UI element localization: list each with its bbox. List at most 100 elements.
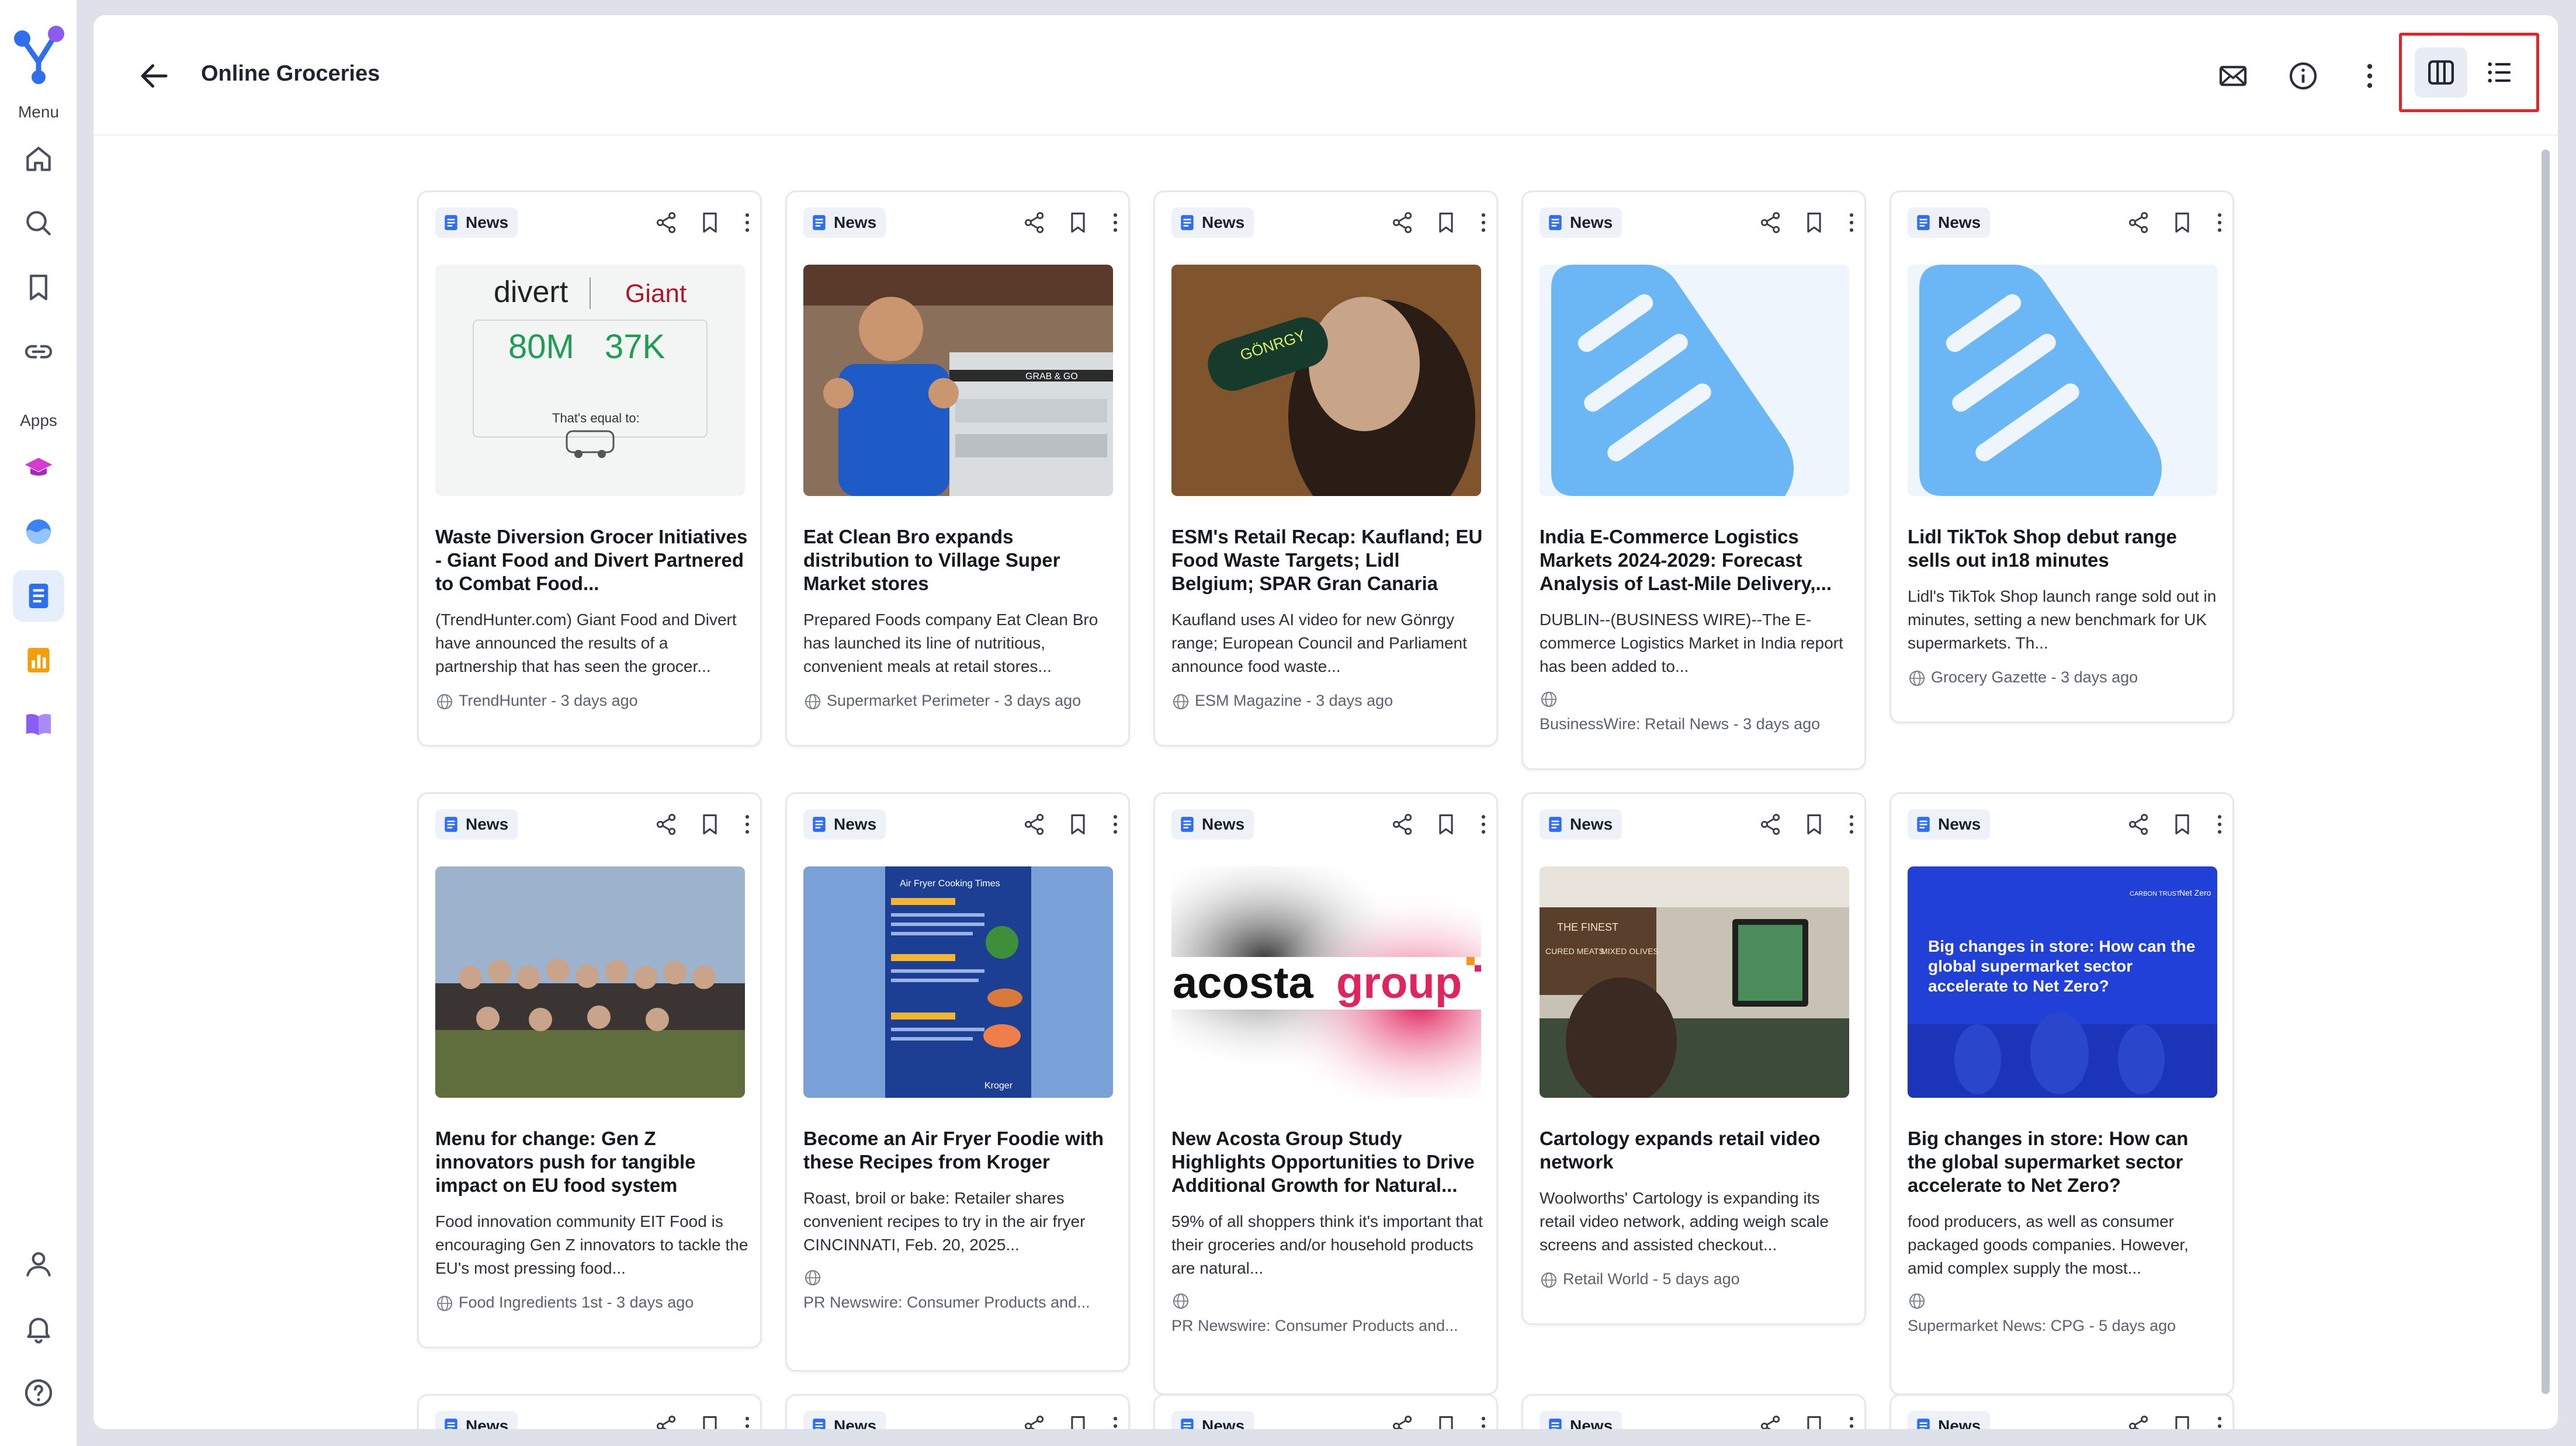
share-button[interactable] [2123,206,2155,239]
share-button[interactable] [650,206,683,239]
news-card[interactable]: News divert Giant 80M 37K That's equal t… [417,190,762,747]
card-more-button[interactable] [2203,206,2236,239]
bell-icon [27,1317,50,1344]
article-thumbnail: Air Fryer Cooking Times Kroger [803,866,1113,1098]
bookmark-button[interactable] [694,808,726,841]
card-more-button[interactable] [1099,206,1132,239]
search-button[interactable] [13,197,64,249]
bookmark-button[interactable] [2166,808,2199,841]
help-button[interactable] [13,1367,64,1419]
news-card[interactable]: News Lidl TikTok Shop debut range sells … [1889,190,2234,723]
news-card[interactable]: News [1889,1394,2234,1429]
card-more-button[interactable] [1467,206,1500,239]
home-button[interactable] [13,133,64,185]
news-badge: News [803,207,886,238]
more-vertical-icon [745,1417,750,1428]
bookmarks-button[interactable] [13,262,64,313]
card-more-button[interactable] [1467,1410,1500,1429]
share-button[interactable] [1386,206,1419,239]
card-more-button[interactable] [731,808,764,841]
article-title[interactable]: Waste Diversion Grocer Initiatives - Gia… [435,525,748,595]
share-button[interactable] [1755,808,1787,841]
app-learning-button[interactable] [13,442,64,493]
app-insights-button[interactable] [13,506,64,557]
article-title[interactable]: Big changes in store: How can the global… [1908,1127,2221,1197]
bookmark-button[interactable] [694,206,726,239]
grid-view-button[interactable] [2415,47,2467,98]
bookmark-button[interactable] [1062,206,1094,239]
news-card[interactable]: News GRAB & GO Eat Clean Bro expands dis… [785,190,1130,747]
share-button[interactable] [1018,808,1051,841]
bookmark-button[interactable] [1798,808,1830,841]
share-button[interactable] [650,1410,683,1429]
app-charts-button[interactable] [13,634,64,686]
scrollbar[interactable] [2542,144,2550,1417]
card-more-button[interactable] [1099,1410,1132,1429]
bookmark-button[interactable] [1430,1410,1462,1429]
email-button[interactable] [2214,57,2252,95]
card-more-button[interactable] [2203,1410,2236,1429]
article-title[interactable]: Lidl TikTok Shop debut range sells out i… [1908,525,2221,572]
card-more-button[interactable] [1835,808,1868,841]
info-button[interactable] [2284,57,2322,95]
bookmark-button[interactable] [2166,1410,2199,1429]
card-more-button[interactable] [2203,808,2236,841]
article-description: Woolworths' Cartology is expanding its r… [1540,1189,1829,1254]
bookmark-button[interactable] [2166,206,2199,239]
article-source: BusinessWire: Retail News - 3 days ago [1540,690,1855,734]
app-news-button[interactable] [13,570,64,622]
bookmark-button[interactable] [1430,206,1462,239]
card-more-button[interactable] [731,206,764,239]
article-title[interactable]: ESM's Retail Recap: Kaufland; EU Food Wa… [1171,525,1485,595]
card-more-button[interactable] [1099,808,1132,841]
article-title[interactable]: Cartology expands retail video network [1540,1127,1853,1174]
card-more-button[interactable] [731,1410,764,1429]
news-card[interactable]: News THE FINEST CURED MEATS MIXED OLIVES [1521,792,1866,1325]
share-button[interactable] [2123,1410,2155,1429]
news-card[interactable]: News [1153,1394,1498,1429]
app-logo-icon[interactable] [9,21,68,85]
card-more-button[interactable] [1467,808,1500,841]
card-more-button[interactable] [1835,1410,1868,1429]
news-card[interactable]: News Air Fryer Cooking Times Kroger Beco… [785,792,1130,1372]
share-button[interactable] [1018,206,1051,239]
more-vertical-icon [1849,1417,1854,1428]
news-card[interactable]: News India E-Commerce Logistics Markets … [1521,190,1866,770]
links-button[interactable] [13,326,64,377]
bookmark-button[interactable] [1430,808,1462,841]
notifications-button[interactable] [13,1303,64,1354]
article-title[interactable]: Menu for change: Gen Z innovators push f… [435,1127,748,1197]
back-button[interactable] [131,53,178,99]
share-button[interactable] [1386,1410,1419,1429]
share-button[interactable] [2123,808,2155,841]
bookmark-button[interactable] [1798,1410,1830,1429]
article-thumbnail-placeholder [1540,265,1849,496]
news-card[interactable]: News acosta group New Acosta Group Study… [1153,792,1498,1395]
bookmark-button[interactable] [1798,206,1830,239]
article-title[interactable]: Become an Air Fryer Foodie with these Re… [803,1127,1117,1174]
share-button[interactable] [650,808,683,841]
bookmark-button[interactable] [1062,1410,1094,1429]
more-options-button[interactable] [2351,57,2388,95]
article-title[interactable]: India E-Commerce Logistics Markets 2024-… [1540,525,1853,595]
profile-button[interactable] [13,1239,64,1290]
share-button[interactable] [1386,808,1419,841]
share-button[interactable] [1755,1410,1787,1429]
article-title[interactable]: Eat Clean Bro expands distribution to Vi… [803,525,1117,595]
share-button[interactable] [1018,1410,1051,1429]
news-card[interactable]: News [1521,1394,1866,1429]
bookmark-icon [703,814,717,835]
card-more-button[interactable] [1835,206,1868,239]
news-card[interactable]: News [785,1394,1130,1429]
news-card[interactable]: News CARBON TRUST Net Zero Big changes i… [1889,792,2234,1395]
bookmark-button[interactable] [694,1410,726,1429]
scrollbar-thumb[interactable] [2542,150,2550,1394]
news-card[interactable]: News Menu for change: Gen Z innovators p… [417,792,762,1348]
list-view-button[interactable] [2473,47,2526,98]
app-library-button[interactable] [13,699,64,750]
article-title[interactable]: New Acosta Group Study Highlights Opport… [1171,1127,1485,1197]
news-card[interactable]: News [417,1394,762,1429]
bookmark-button[interactable] [1062,808,1094,841]
news-card[interactable]: News GÖNRGY ESM's Retail Recap: Kaufland… [1153,190,1498,747]
share-button[interactable] [1755,206,1787,239]
